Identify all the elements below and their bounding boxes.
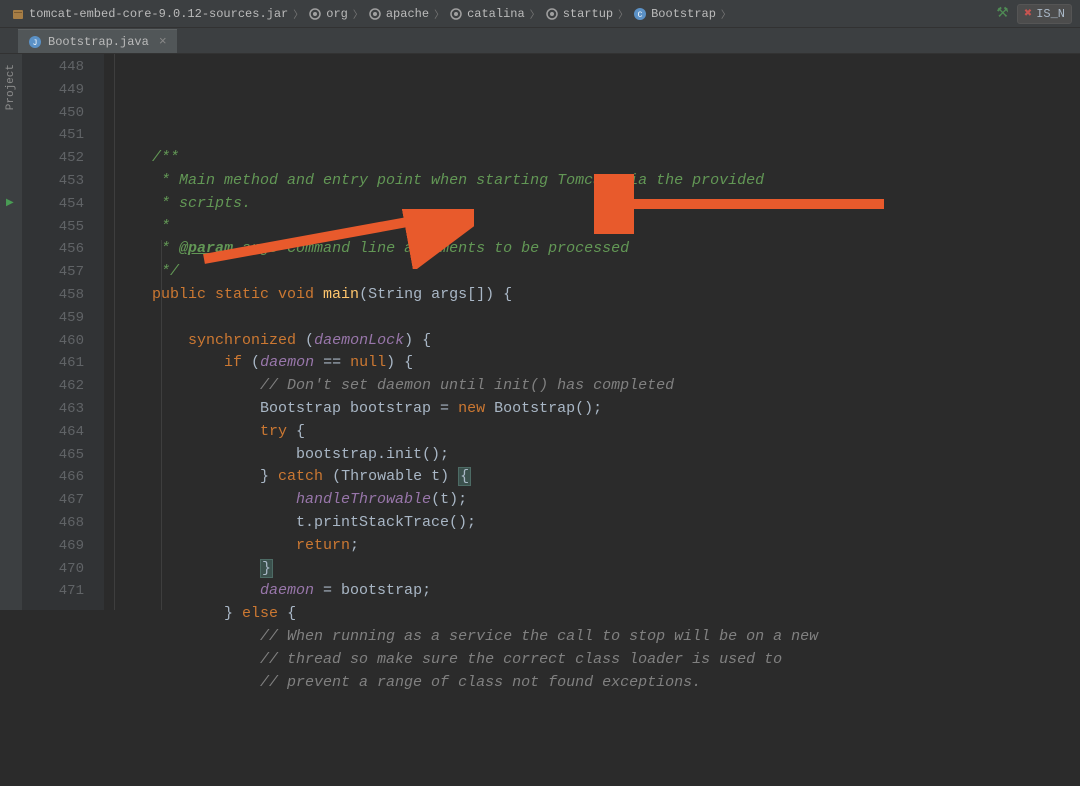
code-line[interactable]: handleThrowable(t); (116, 489, 1080, 512)
line-number[interactable]: 453 (22, 170, 84, 193)
breadcrumb-item[interactable]: tomcat-embed-core-9.0.12-sources.jar (8, 7, 291, 21)
line-number[interactable]: 465 (22, 444, 84, 467)
package-icon (545, 7, 559, 21)
line-number[interactable]: 469 (22, 535, 84, 558)
line-number[interactable]: 452 (22, 147, 84, 170)
svg-text:C: C (638, 11, 643, 20)
code-line[interactable]: } (116, 558, 1080, 581)
code-line[interactable]: // thread so make sure the correct class… (116, 649, 1080, 672)
project-tool-window-button[interactable]: Project (5, 64, 17, 110)
line-number[interactable]: 451 (22, 124, 84, 147)
code-line[interactable]: // prevent a range of class not found ex… (116, 672, 1080, 695)
code-line[interactable]: bootstrap.init(); (116, 444, 1080, 467)
code-line[interactable]: * scripts. (116, 193, 1080, 216)
code-editor[interactable]: 448449450451452453454▶455456457458459460… (22, 54, 1080, 610)
breadcrumb-separator: 〉 (434, 6, 444, 22)
line-number[interactable]: 455 (22, 216, 84, 239)
indent-guide (114, 54, 115, 610)
line-number[interactable]: 467 (22, 489, 84, 512)
breadcrumb-separator: 〉 (530, 6, 540, 22)
line-number[interactable]: 457 (22, 261, 84, 284)
line-number[interactable]: 459 (22, 307, 84, 330)
code-line[interactable]: t.printStackTrace(); (116, 512, 1080, 535)
line-number[interactable]: 461 (22, 352, 84, 375)
line-number[interactable]: 470 (22, 558, 84, 581)
line-number[interactable]: 462 (22, 375, 84, 398)
tab-filename: Bootstrap.java (48, 35, 149, 49)
breadcrumb-item[interactable]: org (305, 7, 351, 21)
code-line[interactable]: * (116, 216, 1080, 239)
code-line[interactable]: } catch (Throwable t) { (116, 466, 1080, 489)
line-number[interactable]: 466 (22, 466, 84, 489)
run-configuration-selector[interactable]: ✖ IS_N (1017, 4, 1072, 24)
run-gutter-icon[interactable]: ▶ (6, 193, 14, 216)
editor-gutter[interactable]: 448449450451452453454▶455456457458459460… (22, 54, 104, 610)
code-line[interactable]: /** (116, 147, 1080, 170)
build-icon[interactable]: ⚒ (996, 5, 1009, 22)
bug-icon: ✖ (1024, 8, 1032, 20)
code-line[interactable]: daemon = bootstrap; (116, 580, 1080, 603)
run-config-label: IS_N (1036, 7, 1065, 21)
breadcrumb-item[interactable]: startup (542, 7, 616, 21)
package-icon (449, 7, 463, 21)
line-number[interactable]: 450 (22, 102, 84, 125)
breadcrumb-item[interactable]: catalina (446, 7, 528, 21)
breadcrumb-bar: tomcat-embed-core-9.0.12-sources.jar〉org… (0, 0, 1080, 28)
editor-tabs-bar: J Bootstrap.java × (0, 28, 1080, 54)
jar-icon (11, 7, 25, 21)
code-line[interactable]: return; (116, 535, 1080, 558)
side-tool-window-bar: Project (0, 54, 22, 610)
line-number[interactable]: 449 (22, 79, 84, 102)
breadcrumb-separator: 〉 (721, 6, 731, 22)
line-number[interactable]: 463 (22, 398, 84, 421)
java-file-icon: J (28, 35, 42, 49)
line-number[interactable]: 456 (22, 238, 84, 261)
package-icon (308, 7, 322, 21)
svg-text:J: J (33, 39, 38, 48)
toolbar-right: ⚒ ✖ IS_N (996, 4, 1072, 24)
line-number[interactable]: 468 (22, 512, 84, 535)
tab-close-icon[interactable]: × (159, 34, 167, 49)
code-line[interactable]: if (daemon == null) { (116, 352, 1080, 375)
line-number[interactable]: 460 (22, 330, 84, 353)
code-line[interactable]: public static void main(String args[]) { (116, 284, 1080, 307)
code-line[interactable]: */ (116, 261, 1080, 284)
breadcrumb-separator: 〉 (353, 6, 363, 22)
code-line[interactable]: * Main method and entry point when start… (116, 170, 1080, 193)
line-number[interactable]: 454▶ (22, 193, 84, 216)
code-line[interactable]: synchronized (daemonLock) { (116, 330, 1080, 353)
breadcrumb-item[interactable]: CBootstrap (630, 7, 719, 21)
line-number[interactable]: 471 (22, 580, 84, 603)
code-line[interactable]: } else { (116, 603, 1080, 626)
code-line[interactable]: try { (116, 421, 1080, 444)
class-icon: C (633, 7, 647, 21)
line-number[interactable]: 458 (22, 284, 84, 307)
editor-tab[interactable]: J Bootstrap.java × (18, 29, 177, 53)
code-line[interactable]: // When running as a service the call to… (116, 626, 1080, 649)
package-icon (368, 7, 382, 21)
breadcrumb-separator: 〉 (618, 6, 628, 22)
code-line[interactable]: Bootstrap bootstrap = new Bootstrap(); (116, 398, 1080, 421)
code-area[interactable]: /** * Main method and entry point when s… (104, 54, 1080, 610)
breadcrumb-separator: 〉 (293, 6, 303, 22)
code-line[interactable] (116, 307, 1080, 330)
code-line[interactable]: // Don't set daemon until init() has com… (116, 375, 1080, 398)
breadcrumb-item[interactable]: apache (365, 7, 432, 21)
line-number[interactable]: 464 (22, 421, 84, 444)
code-line[interactable]: * @param args Command line arguments to … (116, 238, 1080, 261)
line-number[interactable]: 448 (22, 56, 84, 79)
